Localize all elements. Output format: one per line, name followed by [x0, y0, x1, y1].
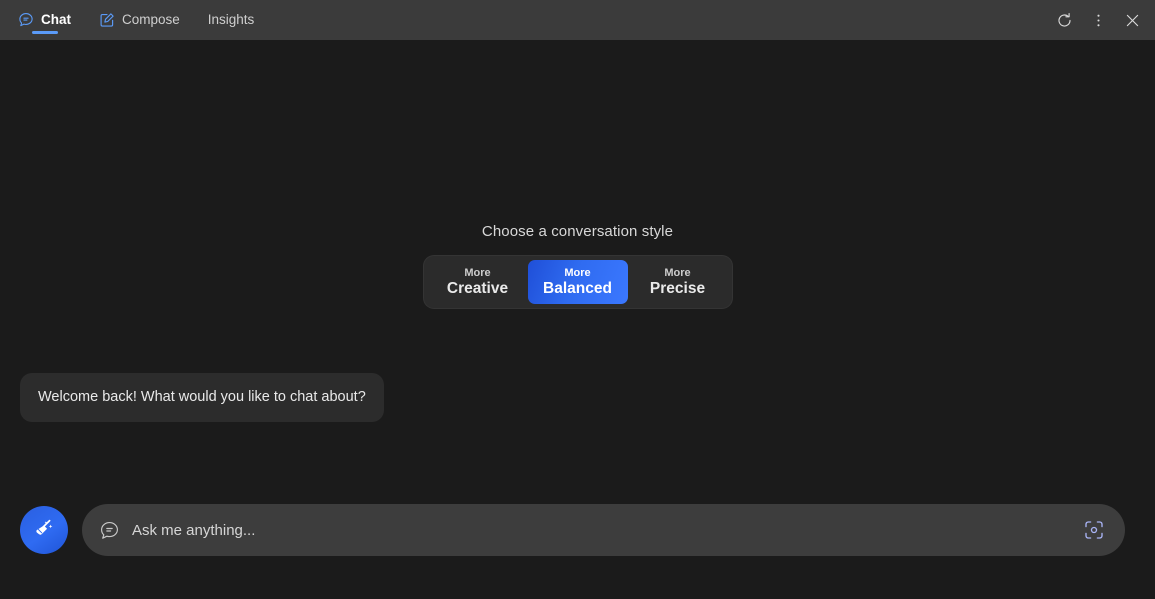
- style-option-creative[interactable]: More Creative: [428, 260, 528, 304]
- composer-bar: [0, 502, 1155, 558]
- message-list: Welcome back! What would you like to cha…: [20, 373, 384, 422]
- window-controls: [1047, 0, 1155, 40]
- style-option-balanced-label: Balanced: [543, 279, 612, 297]
- chat-main-area: Choose a conversation style More Creativ…: [0, 40, 1155, 599]
- tab-insights[interactable]: Insights: [194, 0, 269, 40]
- tab-chat-label: Chat: [41, 12, 71, 28]
- style-option-precise-label: Precise: [649, 279, 706, 297]
- conversation-style-group: More Creative More Balanced More Precise: [423, 256, 732, 308]
- refresh-button[interactable]: [1047, 3, 1081, 37]
- chat-bubble-icon: [18, 12, 34, 28]
- style-option-balanced-prefix: More: [564, 266, 591, 279]
- tab-chat[interactable]: Chat: [4, 0, 85, 40]
- more-options-button[interactable]: [1081, 3, 1115, 37]
- top-bar: Chat Compose Insights: [0, 0, 1155, 40]
- conversation-style-title: Choose a conversation style: [481, 223, 674, 240]
- tab-bar: Chat Compose Insights: [4, 0, 268, 40]
- bing-chat-window: Chat Compose Insights Choose a conversat…: [0, 0, 1155, 599]
- style-option-balanced[interactable]: More Balanced: [527, 260, 628, 304]
- visual-search-scan-icon[interactable]: [1081, 517, 1107, 543]
- style-option-precise[interactable]: More Precise: [628, 260, 728, 304]
- chat-bubble-icon: [98, 519, 120, 541]
- compose-pencil-icon: [99, 12, 115, 28]
- search-input[interactable]: [132, 504, 1069, 556]
- style-option-precise-prefix: More: [664, 266, 691, 279]
- broom-sweep-icon: [31, 515, 57, 546]
- style-option-creative-prefix: More: [464, 266, 491, 279]
- style-option-creative-label: Creative: [446, 279, 509, 297]
- conversation-style-section: Choose a conversation style More Creativ…: [0, 223, 1155, 308]
- chat-input-container[interactable]: [82, 504, 1125, 556]
- new-topic-button[interactable]: [20, 506, 68, 554]
- close-button[interactable]: [1115, 3, 1149, 37]
- tab-compose-label: Compose: [122, 12, 180, 28]
- assistant-message-bubble: Welcome back! What would you like to cha…: [20, 373, 384, 422]
- tab-compose[interactable]: Compose: [85, 0, 194, 40]
- tab-insights-label: Insights: [207, 12, 255, 28]
- active-tab-indicator: [31, 31, 58, 34]
